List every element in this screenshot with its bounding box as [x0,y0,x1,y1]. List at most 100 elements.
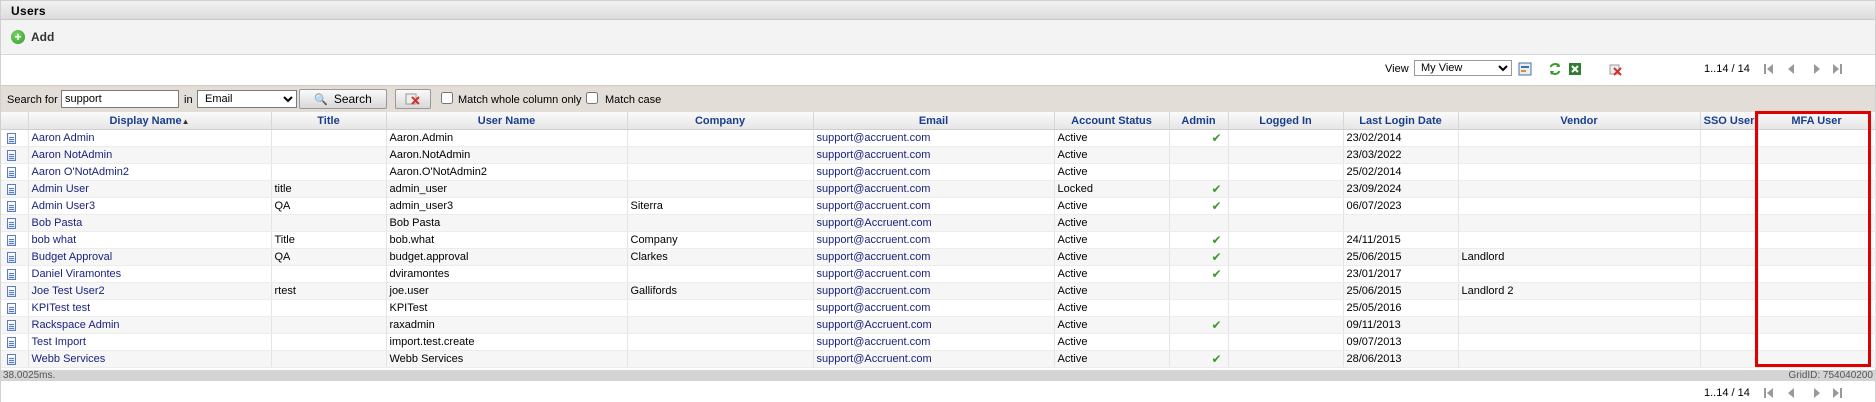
cell-email[interactable]: support@accruent.com [813,299,1055,317]
column-header-sso-user[interactable]: SSO User [1700,112,1759,130]
table-row[interactable]: Daniel Viramontes dviramontes support@accr… [1,265,1876,283]
cell-email[interactable]: support@accruent.com [813,265,1055,283]
table-row[interactable]: Bob Pasta Bob Pasta support@Accruent.com Ac… [1,214,1876,232]
last-page-icon[interactable] [1831,63,1843,75]
cell-display-name[interactable]: Bob Pasta [28,214,272,232]
cell-display-name[interactable]: Joe Test User2 [28,282,272,300]
row-icon-cell[interactable] [1,129,29,147]
column-header-logged-in[interactable]: Logged In [1228,112,1344,130]
row-icon-cell[interactable] [1,350,29,368]
column-header-display-name[interactable]: Display Name▲ [28,112,272,130]
edit-record-icon[interactable] [7,336,16,348]
cell-email[interactable]: support@accruent.com [813,146,1055,164]
cell-display-name[interactable]: Aaron O'NotAdmin2 [28,163,272,181]
search-field-select[interactable]: Email [197,90,297,108]
cell-email[interactable]: support@accruent.com [813,282,1055,300]
table-row[interactable]: Budget Approval QA budget.approval Clarkes s… [1,248,1876,266]
edit-record-icon[interactable] [7,302,16,314]
edit-record-icon[interactable] [7,251,16,263]
row-icon-cell[interactable] [1,197,29,215]
edit-record-icon[interactable] [7,319,16,331]
table-row[interactable]: Admin User title admin_user support@accruen… [1,180,1876,198]
first-page-icon[interactable] [1763,63,1775,75]
table-row[interactable]: Test Import import.test.create support@acc… [1,333,1876,351]
cell-display-name[interactable]: Rackspace Admin [28,316,272,334]
add-button[interactable]: + Add [11,29,54,45]
cell-email[interactable]: support@accruent.com [813,163,1055,181]
row-icon-cell[interactable] [1,299,29,317]
cell-display-name[interactable]: KPITest test [28,299,272,317]
cell-display-name[interactable]: Admin User [28,180,272,198]
edit-record-icon[interactable] [7,217,16,229]
clear-search-button[interactable] [395,89,431,109]
prev-page-icon[interactable] [1785,63,1797,75]
row-icon-cell[interactable] [1,248,29,266]
column-header-title[interactable]: Title [271,112,387,130]
cell-display-name[interactable]: bob what [28,231,272,249]
bottom-last-page-icon[interactable] [1831,387,1843,399]
bottom-next-page-icon[interactable] [1811,387,1823,399]
column-header-last-login-date[interactable]: Last Login Date [1343,112,1459,130]
cell-display-name[interactable]: Test Import [28,333,272,351]
edit-record-icon[interactable] [7,132,16,144]
cell-email[interactable]: support@Accruent.com [813,350,1055,368]
edit-record-icon[interactable] [7,285,16,297]
row-icon-cell[interactable] [1,180,29,198]
edit-record-icon[interactable] [7,200,16,212]
row-icon-cell[interactable] [1,333,29,351]
next-page-icon[interactable] [1811,63,1823,75]
column-header-vendor[interactable]: Vendor [1458,112,1701,130]
column-header-admin[interactable]: Admin [1169,112,1229,130]
cell-display-name[interactable]: Aaron NotAdmin [28,146,272,164]
table-row[interactable]: Joe Test User2 rtest joe.user Gallifords sup… [1,282,1876,300]
cell-display-name[interactable]: Webb Services [28,350,272,368]
clear-filter-icon[interactable] [1608,62,1622,76]
table-row[interactable]: Aaron Admin Aaron.Admin support@accruent.c… [1,129,1876,147]
edit-record-icon[interactable] [7,183,16,195]
cell-display-name[interactable]: Admin User3 [28,197,272,215]
edit-record-icon[interactable] [7,268,16,280]
cell-display-name[interactable]: Daniel Viramontes [28,265,272,283]
search-input[interactable] [61,90,179,108]
row-icon-cell[interactable] [1,146,29,164]
view-settings-icon[interactable] [1518,62,1532,76]
refresh-icon[interactable] [1548,62,1562,76]
edit-record-icon[interactable] [7,149,16,161]
cell-email[interactable]: support@accruent.com [813,231,1055,249]
row-icon-cell[interactable] [1,231,29,249]
search-button[interactable]: 🔍 Search [299,89,387,109]
cell-email[interactable]: support@accruent.com [813,129,1055,147]
cell-display-name[interactable]: Budget Approval [28,248,272,266]
view-select[interactable]: My View [1414,60,1512,76]
column-header-user-name[interactable]: User Name [386,112,628,130]
table-row[interactable]: bob what Title bob.what Company support@accr… [1,231,1876,249]
row-icon-cell[interactable] [1,282,29,300]
edit-record-icon[interactable] [7,166,16,178]
table-row[interactable]: Admin User3 QA admin_user3 Siterra support@a… [1,197,1876,215]
column-header-email[interactable]: Email [813,112,1055,130]
row-icon-cell[interactable] [1,316,29,334]
cell-email[interactable]: support@accruent.com [813,248,1055,266]
table-row[interactable]: Webb Services Webb Services support@Accrue… [1,350,1876,368]
match-case-checkbox[interactable] [586,92,598,104]
cell-email[interactable]: support@Accruent.com [813,214,1055,232]
cell-email[interactable]: support@accruent.com [813,180,1055,198]
table-row[interactable]: Aaron NotAdmin Aaron.NotAdmin support@accr… [1,146,1876,164]
table-row[interactable]: KPITest test KPITest support@accruent.com A… [1,299,1876,317]
edit-record-icon[interactable] [7,234,16,246]
row-icon-cell[interactable] [1,214,29,232]
table-row[interactable]: Aaron O'NotAdmin2 Aaron.O'NotAdmin2 suppor… [1,163,1876,181]
table-row[interactable]: Rackspace Admin raxadmin support@Accruent.… [1,316,1876,334]
match-whole-column-checkbox[interactable] [441,92,453,104]
row-icon-cell[interactable] [1,163,29,181]
column-header-account-status[interactable]: Account Status [1054,112,1170,130]
column-header-company[interactable]: Company [627,112,814,130]
row-icon-cell[interactable] [1,265,29,283]
bottom-prev-page-icon[interactable] [1785,387,1797,399]
cell-email[interactable]: support@Accruent.com [813,316,1055,334]
cell-display-name[interactable]: Aaron Admin [28,129,272,147]
cell-email[interactable]: support@accruent.com [813,197,1055,215]
edit-record-icon[interactable] [7,353,16,365]
cell-email[interactable]: support@accruent.com [813,333,1055,351]
excel-export-icon[interactable] [1568,62,1582,76]
